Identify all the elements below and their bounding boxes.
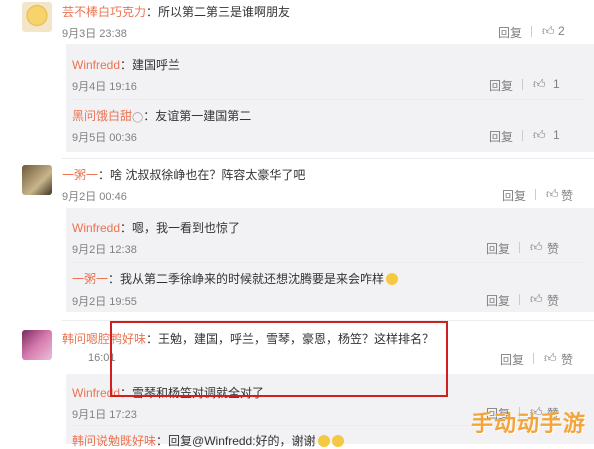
timestamp: 9月2日 19:55: [72, 296, 137, 308]
divider: [519, 242, 520, 253]
reply-text: Winfredd：嗯，我一看到也惊了: [72, 221, 241, 235]
divider: [531, 26, 532, 37]
like-icon[interactable]: 👍︎: [533, 78, 546, 90]
reply-text: 韩问说勉既好味：回复@Winfredd:好的，谢谢: [72, 432, 344, 449]
reply-text: 黑问饿白甜◯：友谊第一建国第二: [72, 109, 252, 123]
reply-button[interactable]: 回复: [486, 292, 510, 309]
highlight-box: [110, 321, 448, 397]
divider: [72, 262, 584, 263]
timestamp: 9月5日 00:36: [72, 132, 137, 144]
divider: [62, 158, 594, 159]
username-link[interactable]: 黑问饿白甜: [72, 109, 132, 123]
timestamp: 9月2日 12:38: [72, 244, 137, 256]
like-icon[interactable]: 👍︎: [542, 25, 555, 37]
like-count: 1: [553, 77, 560, 91]
avatar[interactable]: [22, 165, 52, 195]
divider: [533, 353, 534, 364]
username-link[interactable]: Winfredd: [72, 58, 120, 72]
like-label[interactable]: 赞: [547, 240, 559, 257]
avatar[interactable]: [22, 2, 52, 32]
timestamp: 9月4日 19:16: [72, 81, 137, 93]
like-label[interactable]: 赞: [561, 187, 573, 204]
timestamp: 9月1日 17:23: [72, 409, 137, 421]
like-icon[interactable]: 👍︎: [530, 293, 543, 305]
like-count: 1: [553, 128, 560, 142]
divider: [522, 130, 523, 141]
comment-text: 一粥一：啥 沈叔叔徐峥也在？阵容太豪华了吧: [62, 168, 306, 182]
reply-text: Winfredd：建国呼兰: [72, 58, 181, 72]
reply-button[interactable]: 回复: [498, 24, 522, 41]
divider: [535, 189, 536, 200]
timestamp: 9月2日 00:46: [62, 191, 127, 203]
reply-button[interactable]: 回复: [500, 351, 524, 368]
username-link[interactable]: 芸不棒白巧克力: [62, 5, 146, 19]
reply-button[interactable]: 回复: [486, 240, 510, 257]
divider: [72, 99, 584, 100]
reply-button[interactable]: 回复: [502, 187, 526, 204]
username-link[interactable]: 韩问说勉既好味: [72, 434, 156, 448]
emoji-icon: [317, 435, 330, 447]
divider: [522, 79, 523, 90]
avatar[interactable]: [22, 330, 52, 360]
like-count: 2: [558, 24, 565, 38]
reply-text: 一粥一：我从第二季徐峥来的时候就还想沈腾要是来会咋样: [72, 270, 399, 287]
watermark-logo: 手动动手游: [470, 411, 586, 436]
comment-text: 芸不棒白巧克力：所以第二第三是谁啊朋友: [62, 5, 291, 19]
username-link[interactable]: Winfredd: [72, 221, 120, 235]
divider: [519, 294, 520, 305]
like-icon[interactable]: 👍︎: [546, 188, 559, 200]
username-link[interactable]: 一粥一: [62, 168, 98, 182]
timestamp: 9月3日 23:38: [62, 28, 127, 40]
reply-button[interactable]: 回复: [489, 77, 513, 94]
like-icon[interactable]: 👍︎: [533, 129, 546, 141]
reply-button[interactable]: 回复: [489, 128, 513, 145]
like-icon[interactable]: 👍︎: [544, 352, 557, 364]
emoji-icon: [331, 435, 344, 447]
like-label[interactable]: 赞: [547, 292, 559, 309]
smile-emoji-icon: [386, 273, 399, 285]
like-label[interactable]: 赞: [561, 351, 573, 368]
username-link[interactable]: 一粥一: [72, 272, 108, 286]
like-icon[interactable]: 👍︎: [530, 241, 543, 253]
